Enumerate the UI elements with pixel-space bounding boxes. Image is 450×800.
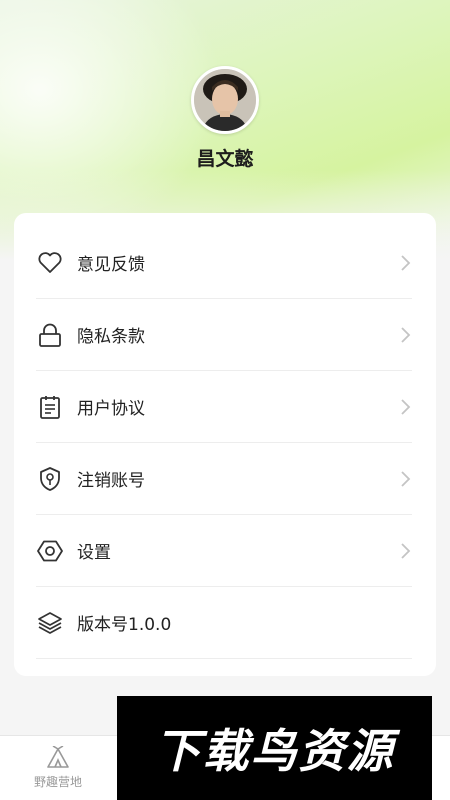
avatar[interactable] bbox=[191, 66, 259, 134]
tab-camp[interactable]: 野趣营地 bbox=[2, 736, 114, 800]
chevron-right-icon bbox=[401, 255, 411, 271]
menu-item-label: 注销账号 bbox=[77, 471, 145, 491]
menu-item-label: 意见反馈 bbox=[77, 255, 145, 275]
hexagon-settings-icon bbox=[37, 538, 63, 564]
menu-item-feedback[interactable]: 意见反馈 bbox=[36, 227, 412, 299]
version-label: 版本号1.0.0 bbox=[77, 615, 172, 635]
watermark-text: 下载鸟资源 bbox=[154, 724, 395, 778]
chevron-right-icon bbox=[401, 399, 411, 415]
username: 昌文懿 bbox=[196, 148, 254, 170]
chevron-right-icon bbox=[401, 471, 411, 487]
menu-item-version: 版本号1.0.0 bbox=[36, 587, 412, 659]
layers-icon bbox=[37, 610, 63, 636]
shield-key-icon bbox=[37, 466, 63, 492]
lock-icon bbox=[37, 322, 63, 348]
menu-item-privacy[interactable]: 隐私条款 bbox=[36, 299, 412, 371]
menu-item-label: 隐私条款 bbox=[77, 327, 145, 347]
chevron-right-icon bbox=[401, 543, 411, 559]
menu-item-label: 设置 bbox=[77, 543, 111, 563]
document-icon bbox=[37, 394, 63, 420]
menu-item-user-agreement[interactable]: 用户协议 bbox=[36, 371, 412, 443]
menu-item-label: 用户协议 bbox=[77, 399, 145, 419]
menu-item-delete-account[interactable]: 注销账号 bbox=[36, 443, 412, 515]
chevron-right-icon bbox=[401, 327, 411, 343]
watermark-overlay: 下载鸟资源 bbox=[117, 696, 432, 800]
settings-menu-card: 意见反馈 隐私条款 用户协议 注销账号 设置 版本号1.0.0 bbox=[14, 213, 436, 676]
avatar-photo bbox=[194, 69, 256, 131]
tab-label: 野趣营地 bbox=[33, 775, 82, 789]
heart-icon bbox=[37, 250, 63, 276]
menu-item-settings[interactable]: 设置 bbox=[36, 515, 412, 587]
tent-icon bbox=[47, 746, 69, 768]
